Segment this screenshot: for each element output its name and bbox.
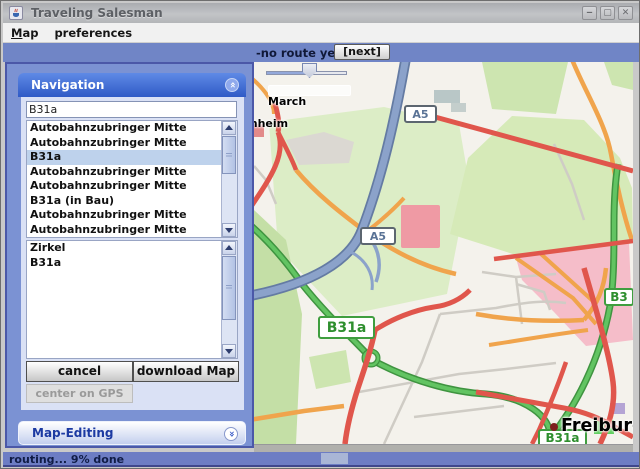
next-button[interactable]: [next] <box>334 44 390 60</box>
menu-map[interactable]: Map <box>3 26 46 40</box>
map-render <box>254 62 633 444</box>
expand-icon[interactable]: » <box>224 427 238 441</box>
scrollbar-thumb[interactable] <box>222 256 236 320</box>
list-item[interactable]: B31a <box>27 256 237 271</box>
map-editing-panel-header[interactable]: Map-Editing » <box>18 421 246 445</box>
results-scrollbar[interactable] <box>221 121 237 237</box>
route-waypoint-list[interactable]: Zirkel B31a <box>26 240 238 359</box>
road-badge-b3: B3 <box>604 288 633 306</box>
list-item[interactable]: Autobahnzubringer Mitte <box>27 223 237 238</box>
center-on-gps-button[interactable]: center on GPS <box>26 384 133 403</box>
city-label-freiburg: Freiburg <box>561 416 633 436</box>
download-map-button[interactable]: download Map <box>133 361 239 382</box>
place-label-buchheim: Buchheim <box>254 117 288 130</box>
place-label-march: March <box>268 95 306 108</box>
routing-status-text: routing... 9% done <box>9 453 124 466</box>
zoom-overlay-bar <box>268 85 351 96</box>
road-badge-a5: A5 <box>360 227 396 245</box>
street-search-input[interactable] <box>26 101 237 118</box>
map-horizontal-scrollbar[interactable] <box>254 444 633 452</box>
navigation-panel-title: Navigation <box>31 78 104 92</box>
map-canvas[interactable]: A5 A5 B31a B31a B3 March Buchheim Freibu… <box>254 62 633 444</box>
list-item[interactable]: B31a (in Bau) <box>27 194 237 209</box>
list-item-selected[interactable]: B31a <box>27 150 237 165</box>
route-status-label: -no route yet- <box>256 46 346 60</box>
city-marker-dot <box>550 423 558 431</box>
navigation-panel-header[interactable]: Navigation « <box>18 73 246 97</box>
status-bar: routing... 9% done <box>3 452 639 467</box>
list-item[interactable]: Autobahnzubringer Mitte <box>27 179 237 194</box>
waypoint-scrollbar[interactable] <box>221 241 237 358</box>
navigation-sidebar: Navigation « Autobahnzubringer Mitte Aut… <box>5 62 254 448</box>
zoom-slider-fill <box>267 72 307 74</box>
cancel-button[interactable]: cancel <box>26 361 133 382</box>
minimize-button[interactable]: ‒ <box>582 6 597 20</box>
list-item[interactable]: Autobahnzubringer Mitte <box>27 208 237 223</box>
close-button[interactable]: ✕ <box>618 6 633 20</box>
search-results-list[interactable]: Autobahnzubringer Mitte Autobahnzubringe… <box>26 120 238 238</box>
collapse-icon[interactable]: « <box>225 78 239 92</box>
list-item[interactable]: Autobahnzubringer Mitte <box>27 165 237 180</box>
routing-progress-indicator <box>321 453 348 464</box>
menu-preferences[interactable]: preferences <box>46 26 140 40</box>
app-window: Traveling Salesman ‒ ▢ ✕ Map preferences… <box>0 0 640 469</box>
window-title: Traveling Salesman <box>31 6 163 20</box>
map-editing-title: Map-Editing <box>32 426 114 440</box>
list-item[interactable]: Autobahnzubringer Mitte <box>27 121 237 136</box>
route-toolbar: -no route yet- [next] <box>3 43 639 62</box>
maximize-button[interactable]: ▢ <box>600 6 615 20</box>
scroll-up-icon[interactable] <box>222 121 236 135</box>
scroll-up-icon[interactable] <box>222 241 236 255</box>
java-icon <box>9 6 23 20</box>
list-item[interactable]: Autobahnzubringer Mitte <box>27 136 237 151</box>
scroll-down-icon[interactable] <box>222 344 236 358</box>
road-badge-a5: A5 <box>404 105 437 123</box>
list-item[interactable]: Zirkel <box>27 241 237 256</box>
title-bar[interactable]: Traveling Salesman ‒ ▢ ✕ <box>3 3 639 23</box>
menu-bar: Map preferences <box>3 23 639 43</box>
scrollbar-thumb[interactable] <box>222 136 236 174</box>
road-badge-b31a: B31a <box>318 316 375 339</box>
scroll-down-icon[interactable] <box>222 223 236 237</box>
navigation-panel-body: Autobahnzubringer Mitte Autobahnzubringe… <box>21 97 244 410</box>
